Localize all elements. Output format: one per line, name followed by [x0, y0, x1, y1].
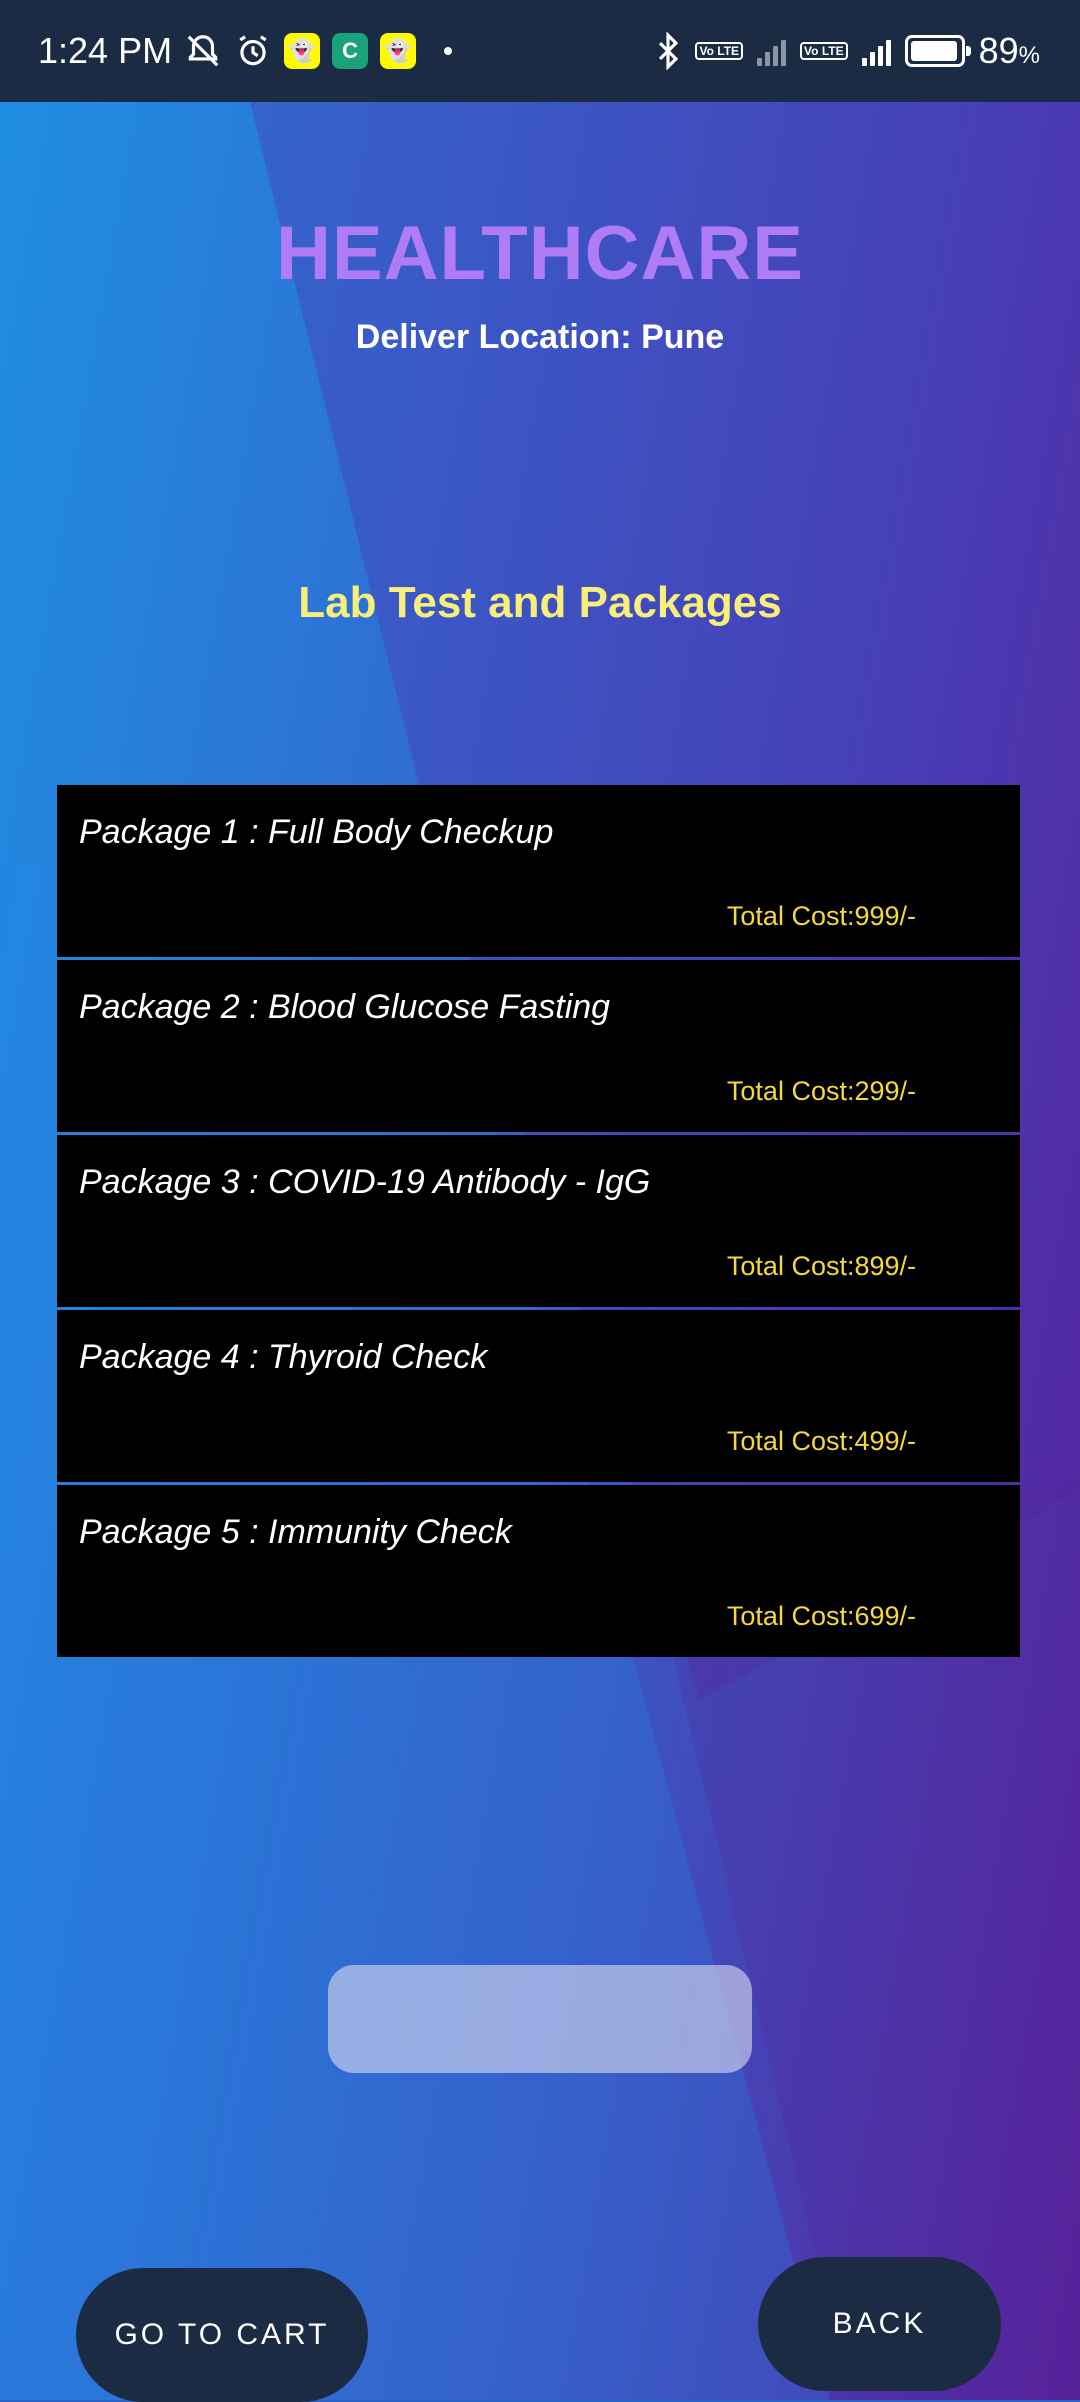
list-item[interactable]: Package 4 : Thyroid Check Total Cost:499…	[57, 1310, 1020, 1482]
signal-icon	[757, 36, 787, 66]
delivery-location: Deliver Location: Pune	[355, 318, 725, 356]
package-list: Package 1 : Full Body Checkup Total Cost…	[57, 785, 1020, 1660]
list-item[interactable]: Package 3 : COVID-19 Antibody - IgG Tota…	[57, 1135, 1020, 1307]
back-button[interactable]: BACK	[758, 2257, 1001, 2391]
more-notifications-dot	[444, 47, 453, 55]
package-cost: Total Cost:299/-	[726, 1076, 916, 1106]
alarm-icon	[234, 32, 272, 70]
package-cost: Total Cost:499/-	[726, 1426, 916, 1456]
list-item[interactable]: Package 2 : Blood Glucose Fasting Total …	[57, 960, 1020, 1132]
list-item[interactable]: Package 5 : Immunity Check Total Cost:69…	[57, 1485, 1020, 1657]
package-name: Package 5 : Immunity Check	[79, 1513, 512, 1551]
package-cost: Total Cost:999/-	[726, 901, 916, 931]
list-item[interactable]: Package 1 : Full Body Checkup Total Cost…	[57, 785, 1020, 957]
volte-icon: Vo LTE	[800, 42, 848, 60]
empty-text-box	[328, 1965, 752, 2073]
bluetooth-icon	[655, 32, 681, 70]
signal-icon	[861, 36, 891, 66]
capcut-icon: C	[332, 33, 369, 69]
volte-icon: Vo LTE	[695, 42, 744, 60]
status-time: 1:24 PM	[38, 30, 173, 71]
package-cost: Total Cost:899/-	[726, 1251, 916, 1281]
app-title: HEALTHCARE	[276, 211, 804, 296]
package-name: Package 1 : Full Body Checkup	[79, 813, 554, 851]
mute-icon	[184, 32, 222, 70]
go-to-cart-button[interactable]: GO TO CART	[76, 2268, 368, 2402]
battery-level: 89%	[978, 30, 1040, 71]
package-name: Package 2 : Blood Glucose Fasting	[79, 988, 611, 1026]
package-name: Package 3 : COVID-19 Antibody - IgG	[79, 1163, 651, 1201]
package-name: Package 4 : Thyroid Check	[79, 1338, 488, 1376]
battery-icon	[904, 35, 971, 67]
section-title: Lab Test and Packages	[298, 578, 782, 627]
snapchat-icon: 👻	[380, 33, 417, 69]
snapchat-icon: 👻	[284, 33, 321, 69]
status-bar: 1:24 PM 👻 C 👻 Vo LTE Vo LTE 89%	[0, 0, 1080, 102]
package-cost: Total Cost:699/-	[726, 1601, 916, 1631]
